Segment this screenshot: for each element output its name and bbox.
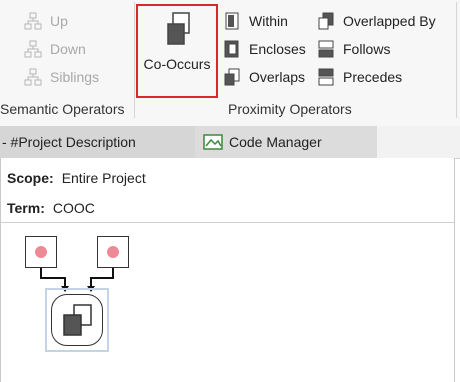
overlapped-by-button[interactable]: Overlapped By [317, 12, 436, 30]
follows-icon [317, 40, 335, 58]
tab-project-description[interactable]: - #Project Description [0, 126, 195, 158]
up-label: Up [50, 13, 68, 29]
tree-down-icon [24, 40, 42, 58]
precedes-button[interactable]: Precedes [317, 68, 402, 86]
ribbon: Up Down Siblings Semantic Operators Co-O… [0, 0, 460, 127]
group-separator [134, 2, 135, 118]
co-occurs-node[interactable] [51, 294, 103, 346]
overlapped-by-icon [317, 12, 335, 30]
co-occurs-button[interactable]: Co-Occurs [136, 4, 218, 98]
precedes-icon [317, 68, 335, 86]
precedes-label: Precedes [343, 69, 403, 85]
group-separator-right [456, 2, 457, 118]
query-panel: Scope: Entire Project Term: COOC [0, 158, 455, 382]
within-label: Within [249, 13, 288, 29]
code-manager-label: Code Manager [229, 134, 322, 150]
proximity-operators-label: Proximity Operators [228, 101, 352, 117]
encloses-label: Encloses [249, 41, 306, 57]
down-label: Down [50, 41, 86, 57]
co-occurs-node-icon [62, 303, 94, 342]
semantic-operators-label: Semantic Operators [0, 101, 125, 117]
within-icon [223, 12, 241, 30]
document-tabs: - #Project Description Code Manager [0, 126, 460, 159]
follows-button[interactable]: Follows [317, 40, 390, 58]
tree-siblings-icon [24, 68, 42, 86]
encloses-button[interactable]: Encloses [223, 40, 306, 58]
overlaps-button[interactable]: Overlaps [223, 68, 305, 86]
co-occurs-icon [167, 12, 191, 51]
up-button[interactable]: Up [24, 12, 68, 30]
siblings-label: Siblings [50, 69, 100, 85]
tree-up-icon [24, 12, 42, 30]
down-button[interactable]: Down [24, 40, 86, 58]
tab-code-manager[interactable]: Code Manager [195, 126, 377, 158]
siblings-button[interactable]: Siblings [24, 68, 99, 86]
code-manager-icon [203, 134, 223, 150]
follows-label: Follows [343, 41, 391, 57]
overlaps-icon [223, 68, 241, 86]
co-occurs-label: Co-Occurs [143, 56, 211, 72]
encloses-icon [223, 40, 241, 58]
within-button[interactable]: Within [223, 12, 288, 30]
overlaps-label: Overlaps [249, 69, 306, 85]
overlapped-by-label: Overlapped By [343, 13, 436, 29]
